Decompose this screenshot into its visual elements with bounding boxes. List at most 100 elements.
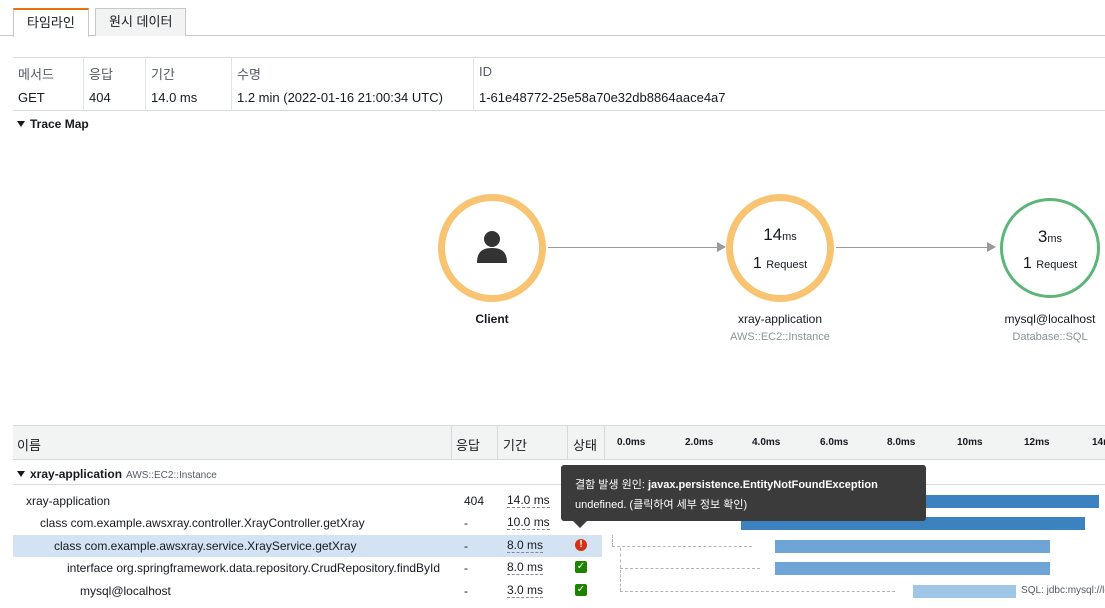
timeline-header: 이름 응답 기간 상태 0.0ms 2.0ms 4.0ms 6.0ms 8.0m…: [13, 425, 1105, 460]
timeline-bar[interactable]: [775, 562, 1051, 575]
summary-duration: 기간 14.0 ms: [145, 58, 231, 111]
segment-group-type: AWS::EC2::Instance: [126, 470, 217, 481]
tab-bar: 타임라인 원시 데이터: [0, 0, 1105, 37]
fault-tooltip[interactable]: 결함 발생 원인: javax.persistence.EntityNotFou…: [561, 465, 926, 528]
ok-status-icon[interactable]: ✓: [575, 584, 587, 596]
tick-label: 2.0ms: [685, 437, 714, 448]
timeline-bar[interactable]: [912, 585, 1017, 598]
summary-method: 메서드 GET: [13, 58, 83, 111]
xray-application-node-type: AWS::EC2::Instance: [730, 331, 830, 343]
tooltip-pointer: [573, 521, 587, 528]
tooltip-detail: undefined. (클릭하여 세부 정보 확인): [575, 499, 748, 511]
xray-application-node-label: xray-application: [737, 312, 823, 326]
segment-name: xray-application: [26, 494, 111, 508]
app-requests-unit: Request: [766, 259, 808, 271]
column-divider: [451, 426, 452, 460]
segment-group-name: xray-application: [30, 467, 123, 481]
segment-response: -: [464, 539, 468, 553]
table-row[interactable]: class com.example.awsxray.service.XraySe…: [13, 535, 1105, 557]
tick-label: 8.0ms: [887, 437, 916, 448]
summary-value-duration: 14.0 ms: [151, 90, 198, 105]
caret-down-icon: [17, 471, 25, 477]
column-divider: [567, 426, 568, 460]
mysql-requests: 1 Request: [1003, 255, 1097, 273]
summary-header-method: 메서드: [18, 67, 54, 82]
tooltip-prefix: 결함 발생 원인:: [575, 479, 645, 491]
summary-value-response: 404: [89, 90, 111, 105]
segment-name: interface org.springframework.data.repos…: [67, 561, 441, 575]
column-status[interactable]: 상태: [573, 435, 597, 454]
tick-label: 6.0ms: [820, 437, 849, 448]
column-duration[interactable]: 기간: [503, 435, 527, 454]
tooltip-title: 결함 발생 원인: javax.persistence.EntityNotFou…: [575, 475, 912, 495]
mysql-latency-unit: ms: [1047, 233, 1063, 245]
tab-raw-data[interactable]: 원시 데이터: [95, 8, 187, 36]
summary-header-age: 수명: [237, 67, 261, 82]
tab-timeline[interactable]: 타임라인: [13, 8, 89, 37]
column-divider: [497, 426, 498, 460]
mysql-requests-unit: Request: [1036, 259, 1078, 271]
summary-value-age: 1.2 min (2022-01-16 21:00:34 UTC): [237, 90, 443, 105]
client-node[interactable]: [438, 194, 546, 302]
trace-map-title: Trace Map: [30, 117, 89, 131]
segment-duration[interactable]: 14.0 ms: [507, 494, 550, 508]
segment-group-label: xray-application AWS::EC2::Instance: [17, 467, 217, 481]
segment-name: class com.example.awsxray.controller.Xra…: [40, 516, 365, 530]
summary-value-id: 1-61e48772-25e58a70e32db8864aace4a7: [479, 90, 726, 105]
summary-header-response: 응답: [89, 67, 113, 82]
table-row[interactable]: mysql@localhost - 3.0 ms ✓ SQL: jdbc:mys…: [13, 580, 1105, 602]
connector-line: [620, 568, 760, 569]
edge-app-to-mysql: [836, 242, 996, 252]
tick-label: 12ms: [1024, 437, 1050, 448]
summary-age: 수명 1.2 min (2022-01-16 21:00:34 UTC): [231, 58, 473, 111]
segment-duration[interactable]: 10.0 ms: [507, 516, 550, 530]
table-row[interactable]: xray-application 404 14.0 ms: [13, 490, 1105, 512]
segment-duration[interactable]: 8.0 ms: [507, 561, 544, 575]
client-node-label: Client: [475, 312, 509, 326]
mysql-node-label: mysql@localhost: [1004, 312, 1096, 326]
error-status-icon[interactable]: !: [575, 539, 587, 551]
tooltip-exception: javax.persistence.EntityNotFoundExceptio…: [647, 479, 878, 491]
xray-application-node[interactable]: 14ms 1 Request: [726, 194, 834, 302]
segment-response: 404: [464, 494, 485, 508]
mysql-node-type: Database::SQL: [1012, 331, 1088, 343]
summary-header-duration: 기간: [151, 67, 175, 82]
table-row[interactable]: interface org.springframework.data.repos…: [13, 557, 1105, 579]
caret-down-icon: [17, 121, 25, 127]
table-row[interactable]: class com.example.awsxray.controller.Xra…: [13, 512, 1105, 534]
segment-response: -: [464, 516, 468, 530]
column-response[interactable]: 응답: [456, 435, 480, 454]
mysql-node[interactable]: 3ms 1 Request: [1000, 198, 1100, 298]
app-latency-value: 14: [763, 225, 783, 244]
ok-status-icon[interactable]: ✓: [575, 561, 587, 573]
trace-summary-table: 메서드 GET 응답 404 기간 14.0 ms 수명 1.2 min (20…: [13, 57, 1105, 111]
segment-response: -: [464, 584, 468, 598]
app-requests: 1 Request: [733, 255, 827, 273]
segment-group-row[interactable]: xray-application AWS::EC2::Instance: [13, 463, 1105, 485]
tick-label: 0.0ms: [617, 437, 646, 448]
mysql-requests-value: 1: [1022, 255, 1032, 272]
segment-response: -: [464, 561, 468, 575]
mysql-latency-value: 3: [1037, 227, 1048, 246]
column-name[interactable]: 이름: [17, 435, 41, 454]
mysql-latency: 3ms: [1003, 227, 1097, 247]
edge-client-to-app: [548, 242, 726, 252]
user-icon: [477, 231, 507, 263]
connector-line: [612, 546, 752, 547]
segment-duration[interactable]: 3.0 ms: [507, 584, 544, 598]
timeline-bar[interactable]: [775, 540, 1051, 553]
connector-line: [620, 570, 621, 591]
app-latency: 14ms: [733, 225, 827, 245]
connector-line: [620, 591, 895, 592]
segment-name: mysql@localhost: [80, 584, 171, 598]
segment-name: class com.example.awsxray.service.XraySe…: [54, 539, 357, 553]
segment-duration[interactable]: 8.0 ms: [507, 539, 544, 553]
tick-label: 4.0ms: [752, 437, 781, 448]
summary-header-id: ID: [479, 64, 492, 79]
trace-map-toggle[interactable]: Trace Map: [17, 117, 89, 131]
summary-response: 응답 404: [83, 58, 145, 111]
sql-annotation: SQL: jdbc:mysql://local: [1021, 585, 1105, 596]
connector-line: [612, 535, 613, 546]
app-latency-unit: ms: [782, 231, 797, 243]
app-requests-value: 1: [752, 255, 762, 272]
